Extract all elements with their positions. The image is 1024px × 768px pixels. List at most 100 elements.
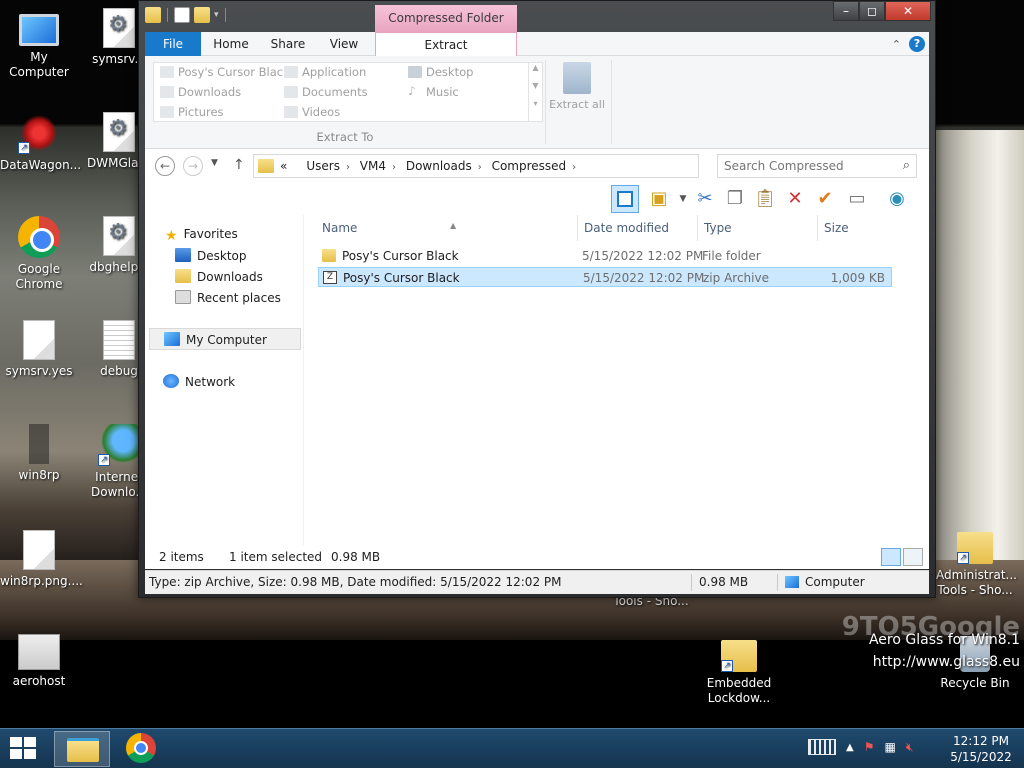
folder-icon[interactable] (145, 7, 161, 23)
breadcrumb-overflow[interactable]: « (280, 159, 287, 173)
nav-network[interactable]: Network (163, 371, 235, 393)
taskbar-file-explorer[interactable] (54, 731, 110, 767)
extract-to-documents[interactable]: Documents (284, 83, 368, 101)
file-date: 5/15/2022 12:02 PM (583, 271, 705, 285)
desktop-icon-aerohost[interactable]: aerohost (0, 634, 78, 689)
details-status-bar: Type: zip Archive, Size: 0.98 MB, Date m… (145, 570, 929, 594)
copy-icon[interactable]: ❐ (721, 185, 749, 213)
address-bar[interactable]: « Users› VM4› Downloads› Compressed› ▼ ↻ (253, 154, 802, 178)
desktop-icon-label: My Computer (9, 50, 69, 79)
table-row[interactable]: Posy's Cursor Black 5/15/2022 12:02 PM F… (318, 246, 892, 266)
nav-recent-places[interactable]: Recent places (175, 287, 281, 309)
minimize-button[interactable]: – (833, 1, 859, 21)
shell-icon[interactable]: ◉ (883, 185, 911, 213)
explorer-window: ▾ Compressed Folder Tools – ◻ ✕ File Hom… (138, 0, 936, 598)
forward-button[interactable]: → (183, 156, 203, 176)
properties-icon[interactable] (174, 7, 190, 23)
checkmark-icon[interactable]: ✔ (811, 185, 839, 213)
close-button[interactable]: ✕ (885, 1, 931, 21)
desktop-icon-label: win8rp (18, 468, 60, 482)
extract-target-label: Pictures (178, 105, 224, 119)
search-box: ⌕ (717, 154, 917, 178)
clock-time: 12:12 PM (953, 734, 1009, 748)
desktop-icon-google-chrome[interactable]: Google Chrome (0, 216, 78, 292)
tab-share[interactable]: Share (261, 32, 315, 56)
downloads-folder-icon (160, 86, 174, 98)
breadcrumb-downloads[interactable]: Downloads (406, 159, 472, 173)
tab-extract[interactable]: Extract (375, 32, 517, 57)
shortcut-arrow-icon: ↗ (18, 142, 30, 154)
column-header-type[interactable]: Type (698, 215, 818, 241)
customize-qat-icon[interactable]: ▾ (214, 10, 219, 20)
network-tray-icon[interactable]: ▦ (884, 740, 895, 754)
nav-downloads[interactable]: Downloads (175, 266, 263, 288)
extract-to-music[interactable]: ♪ Music (408, 83, 459, 101)
navigation-pane: ★ Favorites Desktop Downloads Recent plac… (145, 215, 303, 567)
file-date: 5/15/2022 12:02 PM (582, 249, 704, 263)
computer-icon (164, 332, 180, 346)
keyboard-icon[interactable] (808, 739, 836, 755)
details-view-icon[interactable] (881, 548, 901, 566)
file-explorer-icon (67, 738, 99, 762)
start-button[interactable] (10, 737, 38, 761)
desktop-icon-administrative-tools[interactable]: ↗ Administrat... Tools - Sho... (936, 524, 1017, 598)
extract-to-application[interactable]: Application (284, 63, 366, 81)
action-center-flag-icon[interactable]: ⚑ (864, 740, 875, 754)
nav-label: Favorites (183, 227, 238, 241)
extract-to-downloads[interactable]: Downloads (160, 83, 241, 101)
ribbon-tabs: File Home Share View Extract ⌃ ? (145, 32, 929, 57)
desktop-icon-datawagon[interactable]: ↗ DataWagon... (0, 112, 81, 173)
toolbar-separator (167, 8, 168, 22)
nav-favorites[interactable]: ★ Favorites (165, 223, 238, 245)
title-bar[interactable]: ▾ Compressed Folder Tools – ◻ ✕ (139, 1, 935, 51)
desktop-icon-win8rp[interactable]: win8rp (0, 424, 78, 483)
minimize-ribbon-icon[interactable]: ⌃ (892, 38, 901, 51)
tab-view[interactable]: View (317, 32, 371, 56)
rename-icon[interactable]: ▭ (843, 185, 871, 213)
help-icon[interactable]: ? (909, 36, 925, 52)
large-icons-view-icon[interactable] (903, 548, 923, 566)
column-header-size[interactable]: Size (818, 215, 898, 241)
tab-file[interactable]: File (145, 32, 201, 56)
gallery-scroll[interactable]: ▲ ▼ ▾ (528, 63, 542, 121)
up-button[interactable]: ↑ (233, 157, 245, 173)
table-row[interactable]: Z Posy's Cursor Black 5/15/2022 12:02 PM… (318, 267, 892, 287)
desktop-icon-win8rp-png[interactable]: win8rp.png.... (0, 530, 83, 589)
breadcrumb-vm4[interactable]: VM4 (360, 159, 386, 173)
desktop-icon-embedded-lockdown[interactable]: ↗ Embedded Lockdow... (700, 632, 778, 706)
nav-my-computer[interactable]: My Computer (149, 328, 301, 350)
back-button[interactable]: ← (155, 156, 175, 176)
extract-target-label: Downloads (178, 85, 242, 99)
desktop-icon-label: Embedded Lockdow... (706, 676, 772, 705)
extract-to-desktop[interactable]: Desktop (408, 63, 473, 81)
recent-locations-icon[interactable]: ▼ (211, 158, 218, 168)
new-folder-icon[interactable] (194, 7, 210, 23)
preview-pane-icon[interactable] (611, 185, 639, 213)
breadcrumb-compressed[interactable]: Compressed (492, 159, 567, 173)
column-header-date-modified[interactable]: Date modified (578, 215, 698, 241)
show-hidden-icons-icon[interactable]: ▲ (846, 742, 854, 753)
desktop-icon-symsrv-yes[interactable]: symsrv.yes (0, 320, 78, 379)
paste-icon[interactable]: 📋︎ (751, 185, 779, 213)
settings-file-icon (103, 8, 135, 48)
extract-all-button[interactable]: Extract all (549, 62, 605, 111)
volume-muted-icon[interactable]: 🔇︎ (906, 740, 914, 755)
taskbar-chrome[interactable] (126, 733, 158, 765)
breadcrumb-users[interactable]: Users (306, 159, 340, 173)
ribbon-extract-panel: Posy's Cursor Black Downloads Pictures A… (145, 56, 929, 149)
extract-to-pictures[interactable]: Pictures (160, 103, 224, 121)
maximize-button[interactable]: ◻ (859, 1, 885, 21)
search-icon[interactable]: ⌕ (903, 158, 910, 173)
cut-icon[interactable]: ✂ (691, 185, 719, 213)
extract-to-posys-cursor-black[interactable]: Posy's Cursor Black (160, 63, 290, 81)
status-location: Computer (805, 575, 865, 589)
column-header-name[interactable]: Name ▲ (316, 215, 578, 241)
desktop-icon-my-computer[interactable]: My Computer (0, 8, 78, 80)
delete-icon[interactable]: ✕ (781, 185, 809, 213)
tab-home[interactable]: Home (203, 32, 259, 56)
system-tray: ▲ ⚑ ▦ 🔇︎ (808, 739, 913, 755)
extract-to-videos[interactable]: Videos (284, 103, 340, 121)
search-input[interactable] (724, 155, 894, 177)
nav-desktop[interactable]: Desktop (175, 245, 247, 267)
clock[interactable]: 12:12 PM 5/15/2022 (946, 733, 1016, 765)
